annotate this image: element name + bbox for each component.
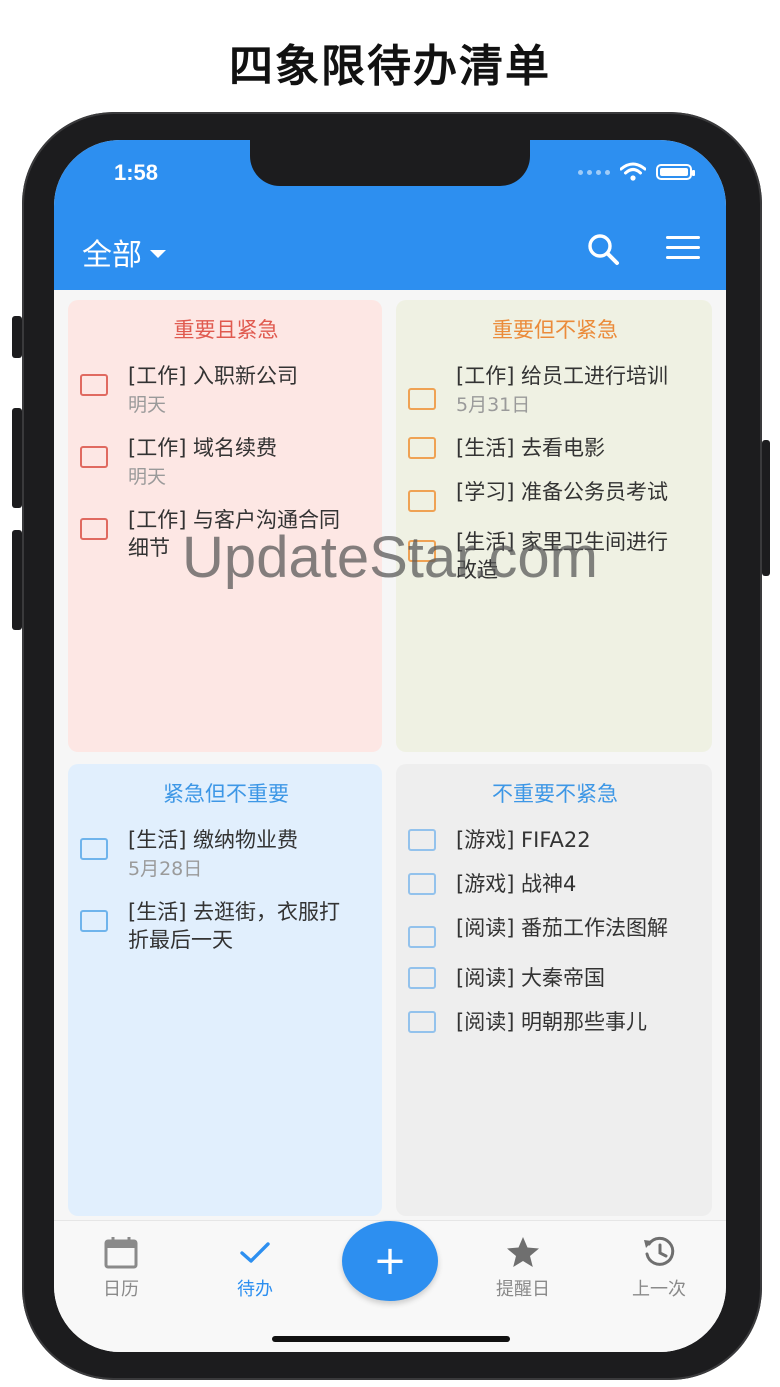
task-checkbox[interactable] [80,910,108,932]
task-item[interactable]: [阅读] 大秦帝国 [408,964,702,992]
nav-item-todo[interactable]: 待办 [200,1235,310,1301]
task-checkbox[interactable] [408,829,436,851]
task-checkbox[interactable] [408,1011,436,1033]
task-checkbox[interactable] [408,873,436,895]
task-text: [游戏] 战神4 [456,872,577,896]
plus-icon: + [373,1238,407,1284]
phone-screen: 1:58 全部 重要且紧急 [工作] 入职新公司 明天 [工作] 域名续费 明天… [54,140,726,1352]
nav-item-reminder[interactable]: 提醒日 [468,1235,578,1301]
caret-down-icon [150,250,166,258]
calendar-icon [104,1237,138,1269]
task-checkbox[interactable] [408,926,436,948]
quadrant-not-important-not-urgent: 不重要不紧急 [游戏] FIFA22 [游戏] 战神4 [阅读] 番茄工作法图解… [396,764,712,1216]
notch [250,140,530,186]
task-checkbox[interactable] [408,967,436,989]
task-checkbox[interactable] [80,838,108,860]
search-icon [588,234,619,265]
task-item[interactable]: [阅读] 番茄工作法图解 [408,914,702,948]
nav-item-calendar[interactable]: 日历 [66,1235,176,1301]
task-text: [工作] 域名续费 [128,436,278,460]
task-item[interactable]: [游戏] FIFA22 [408,826,702,854]
nav-label: 待办 [237,1279,273,1300]
task-text: [阅读] 大秦帝国 [456,966,606,990]
task-text: [阅读] 番茄工作法图解 [456,916,669,940]
task-item[interactable]: [阅读] 明朝那些事儿 [408,1008,702,1036]
nav-label: 上一次 [632,1279,686,1300]
bottom-navigation: 日历 待办 + 提醒日 上一次 [54,1220,726,1352]
task-text: [游戏] FIFA22 [456,828,591,852]
task-item[interactable]: [生活] 去看电影 [408,434,702,462]
task-checkbox[interactable] [408,388,436,410]
task-checkbox[interactable] [408,437,436,459]
task-item[interactable]: [工作] 入职新公司 明天 [80,362,372,418]
nav-item-last-time[interactable]: 上一次 [604,1235,714,1301]
category-filter-dropdown[interactable]: 全部 [82,230,166,274]
nav-label: 日历 [103,1279,139,1300]
star-icon [507,1237,539,1267]
check-icon [240,1242,270,1263]
task-item[interactable]: [游戏] 战神4 [408,870,702,898]
watermark: UpdateStar.com [182,525,598,590]
task-text: [学习] 准备公务员考试 [456,480,669,504]
signal-icon [578,169,610,175]
task-checkbox[interactable] [80,374,108,396]
task-text: [生活] 去逛街，衣服打折最后一天 [128,900,341,952]
quadrant-title: 重要且紧急 [173,318,279,342]
task-date: 明天 [128,394,167,416]
task-date: 明天 [128,466,167,488]
task-text: [工作] 给员工进行培训 [456,364,669,388]
task-item[interactable]: [工作] 域名续费 明天 [80,434,372,490]
filter-label: 全部 [82,238,142,273]
task-item[interactable]: [工作] 给员工进行培训 5月31日 [408,362,702,418]
add-task-button[interactable]: + [342,1221,438,1301]
search-button[interactable] [584,230,624,270]
wifi-icon [620,162,646,181]
page-title: 四象限待办清单 [229,41,551,92]
quadrant-urgent-not-important: 紧急但不重要 [生活] 缴纳物业费 5月28日 [生活] 去逛街，衣服打折最后一… [68,764,382,1216]
phone-side-button [12,408,22,508]
task-item[interactable]: [生活] 缴纳物业费 5月28日 [80,826,372,882]
task-checkbox[interactable] [408,490,436,512]
history-icon [644,1236,675,1266]
task-item[interactable]: [生活] 去逛街，衣服打折最后一天 [80,898,372,954]
app-bar: 1:58 全部 [54,140,726,290]
status-time: 1:58 [114,160,159,185]
phone-side-button [12,316,22,358]
battery-icon [656,164,695,180]
task-text: [阅读] 明朝那些事儿 [456,1010,648,1034]
quadrant-title: 不重要不紧急 [492,782,618,806]
menu-button[interactable] [666,236,700,264]
nav-label: 提醒日 [496,1279,550,1300]
task-date: 5月28日 [128,858,203,880]
task-text: [生活] 去看电影 [456,436,606,460]
task-item[interactable]: [学习] 准备公务员考试 [408,478,702,512]
task-text: [生活] 缴纳物业费 [128,828,299,852]
task-date: 5月31日 [456,394,531,416]
status-icons [578,162,695,182]
quadrant-title: 紧急但不重要 [163,782,289,806]
quadrant-title: 重要但不紧急 [492,318,618,342]
home-indicator [272,1336,510,1342]
task-text: [工作] 入职新公司 [128,364,299,388]
menu-icon [666,236,700,259]
task-checkbox[interactable] [80,446,108,468]
